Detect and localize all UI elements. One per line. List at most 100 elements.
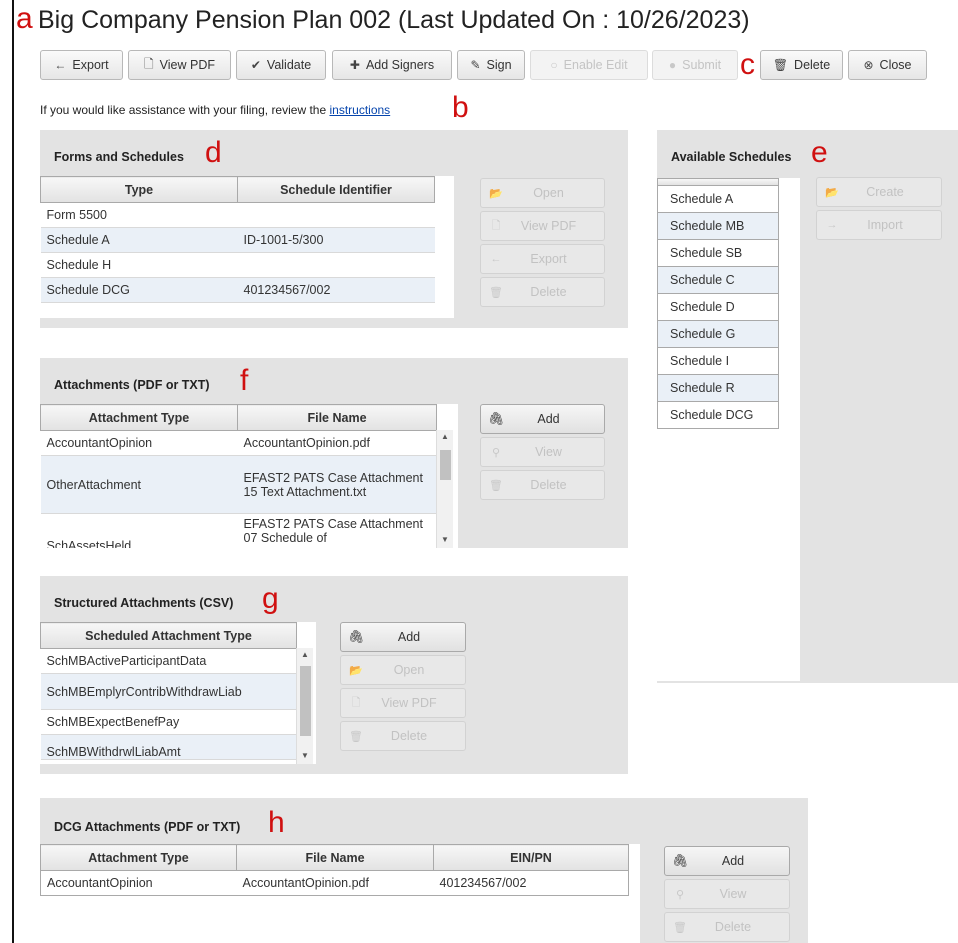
column-header-attachment-type[interactable]: Attachment Type (40, 404, 238, 431)
cell-file-name: EFAST2 PATS Case Attachment 15 Text Atta… (237, 455, 437, 514)
scroll-thumb[interactable] (300, 666, 311, 736)
export-label: Export (72, 58, 109, 72)
attachments-add-button[interactable]: 🖇 Add (480, 404, 605, 434)
callout-c: c (740, 48, 755, 81)
available-list-header (657, 178, 779, 186)
cell-identifier: 401234567/002 (237, 277, 435, 303)
dcg-delete-button[interactable]: 🗑 Delete (664, 912, 790, 942)
delete-button[interactable]: 🗑 Delete (760, 50, 843, 80)
table-row[interactable]: Schedule A ID-1001-5/300 (40, 227, 435, 253)
dcg-title: DCG Attachments (PDF or TXT) (54, 820, 241, 834)
scroll-down-icon[interactable]: ▼ (297, 751, 313, 760)
table-row[interactable]: SchMBActiveParticipantData (40, 648, 297, 674)
cell-file-name: AccountantOpinion.pdf (237, 430, 437, 456)
import-label: Import (867, 218, 903, 232)
structured-open-button[interactable]: 📂 Open (340, 655, 466, 685)
trash-icon: 🗑 (489, 286, 503, 299)
create-button[interactable]: 📂 Create (816, 177, 942, 207)
cell-type: Schedule A (40, 227, 238, 253)
dcg-table: Attachment Type File Name EIN/PN Account… (40, 844, 629, 896)
validate-button[interactable]: ✔ Validate (236, 50, 326, 80)
submit-button[interactable]: ● Submit (652, 50, 738, 80)
structured-delete-button[interactable]: 🗑 Delete (340, 721, 466, 751)
column-header-scheduled-attachment-type[interactable]: Scheduled Attachment Type (40, 622, 297, 649)
scroll-down-icon[interactable]: ▼ (437, 535, 453, 544)
delete-label: Delete (794, 58, 831, 72)
arrow-right-icon: → (826, 219, 838, 231)
sign-button[interactable]: ✎ Sign (457, 50, 525, 80)
attachments-grid: Attachment Type File Name AccountantOpin… (40, 404, 458, 548)
export-button[interactable]: ← Export (40, 50, 123, 80)
forms-delete-label: Delete (530, 285, 567, 299)
table-row[interactable]: Schedule H (40, 252, 435, 278)
close-button[interactable]: ⊗ Close (848, 50, 927, 80)
callout-a: a (16, 2, 33, 35)
add-signers-button[interactable]: ✚ Add Signers (332, 50, 452, 80)
file-icon: 🗋 (351, 696, 361, 709)
list-item[interactable]: Schedule D (657, 294, 779, 321)
table-row[interactable]: SchMBEmplyrContribWithdrawLiab (40, 673, 297, 710)
column-header-attachment-type[interactable]: Attachment Type (40, 844, 237, 871)
table-row[interactable]: Form 5500 (40, 202, 435, 228)
instructions-link[interactable]: instructions (329, 103, 390, 117)
cell-attachment-type: AccountantOpinion (40, 870, 237, 896)
view-pdf-button[interactable]: 🗋 View PDF (128, 50, 231, 80)
view-pdf-label: View PDF (159, 58, 215, 72)
column-header-ein-pn[interactable]: EIN/PN (433, 844, 629, 871)
submit-label: Submit (682, 58, 722, 72)
table-row[interactable]: SchMBWithdrwlLiabAmt (40, 734, 297, 760)
import-button[interactable]: → Import (816, 210, 942, 240)
forms-export-button[interactable]: ← Export (480, 244, 605, 274)
list-item[interactable]: Schedule SB (657, 240, 779, 267)
add-signers-label: Add Signers (365, 58, 435, 72)
dcg-add-button[interactable]: 🖇 Add (664, 846, 790, 876)
table-row[interactable]: AccountantOpinion AccountantOpinion.pdf (40, 430, 437, 456)
column-header-schedule-identifier[interactable]: Schedule Identifier (237, 176, 435, 203)
scroll-up-icon[interactable]: ▲ (297, 650, 313, 659)
structured-view-pdf-button[interactable]: 🗋 View PDF (340, 688, 466, 718)
structured-open-label: Open (393, 663, 425, 677)
cell-scheduled-attachment-type: SchMBWithdrwlLiabAmt (40, 734, 297, 760)
table-row[interactable]: Schedule DCG 401234567/002 (40, 277, 435, 303)
list-item[interactable]: Schedule I (657, 348, 779, 375)
structured-title: Structured Attachments (CSV) (54, 596, 234, 610)
check-circle-icon: ● (668, 58, 677, 72)
forms-open-button[interactable]: 📂 Open (480, 178, 605, 208)
attachments-delete-button[interactable]: 🗑 Delete (480, 470, 605, 500)
cell-scheduled-attachment-type: SchMBEmplyrContribWithdrawLiab (40, 673, 297, 710)
list-item[interactable]: Schedule C (657, 267, 779, 294)
structured-view-pdf-label: View PDF (381, 696, 437, 710)
table-row[interactable]: OtherAttachment EFAST2 PATS Case Attachm… (40, 455, 437, 514)
forms-delete-button[interactable]: 🗑 Delete (480, 277, 605, 307)
column-header-file-name[interactable]: File Name (236, 844, 434, 871)
trash-icon: 🗑 (772, 58, 789, 72)
check-icon: ✔ (250, 58, 261, 72)
list-item[interactable]: Schedule R (657, 375, 779, 402)
attachments-view-button[interactable]: ⚲ View (480, 437, 605, 467)
list-item[interactable]: Schedule MB (657, 213, 779, 240)
cell-file-name: EFAST2 PATS Case Attachment 07 Schedule … (237, 513, 437, 548)
table-row[interactable]: SchMBExpectBenefPay (40, 709, 297, 735)
structured-add-button[interactable]: 🖇 Add (340, 622, 466, 652)
list-item[interactable]: Schedule G (657, 321, 779, 348)
search-icon: ⚲ (491, 446, 501, 459)
structured-scrollbar[interactable]: ▲ ▼ (296, 648, 313, 764)
folder-open-icon: 📂 (349, 664, 363, 677)
list-item[interactable]: Schedule A (657, 186, 779, 213)
file-icon: 🗋 (144, 56, 154, 71)
structured-attachments-panel: Structured Attachments (CSV) g Scheduled… (40, 576, 628, 774)
scroll-up-icon[interactable]: ▲ (437, 432, 453, 441)
enable-edit-button[interactable]: ○ Enable Edit (530, 50, 648, 80)
table-row[interactable]: SchAssetsHeld EFAST2 PATS Case Attachmen… (40, 513, 437, 548)
dcg-view-button[interactable]: ⚲ View (664, 879, 790, 909)
forms-view-pdf-button[interactable]: 🗋 View PDF (480, 211, 605, 241)
column-header-type[interactable]: Type (40, 176, 238, 203)
table-row[interactable]: AccountantOpinion AccountantOpinion.pdf … (40, 870, 629, 896)
help-text: If you would like assistance with your f… (40, 103, 390, 117)
attachments-scrollbar[interactable]: ▲ ▼ (436, 430, 453, 548)
cell-attachment-type: OtherAttachment (40, 455, 238, 514)
list-item[interactable]: Schedule DCG (657, 402, 779, 429)
scroll-thumb[interactable] (440, 450, 451, 480)
file-icon: 🗋 (491, 219, 501, 232)
column-header-file-name[interactable]: File Name (237, 404, 437, 431)
